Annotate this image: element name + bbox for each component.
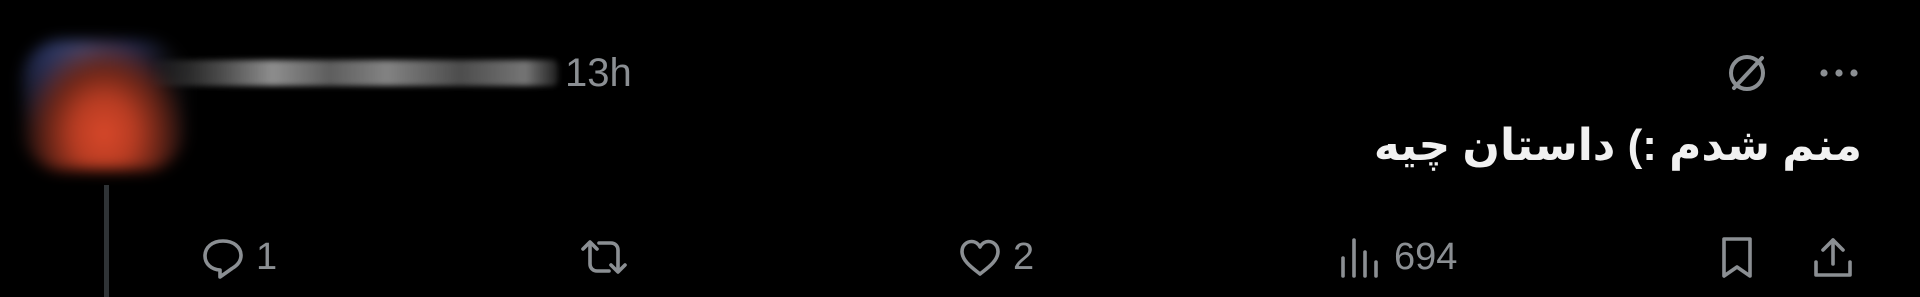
author-name-redacted[interactable] bbox=[150, 60, 558, 86]
post-top-actions bbox=[1722, 48, 1862, 98]
like-count: 2 bbox=[1013, 236, 1035, 278]
repost-button[interactable] bbox=[574, 232, 634, 282]
reply-icon bbox=[203, 239, 243, 279]
repost-icon bbox=[581, 240, 627, 274]
post-text: منم شدم :) داستان چیه bbox=[1373, 121, 1862, 170]
reply-count: 1 bbox=[256, 236, 278, 278]
reply-button[interactable]: 1 bbox=[198, 232, 277, 282]
post-timestamp[interactable]: 13h bbox=[565, 51, 632, 95]
thread-line bbox=[104, 185, 109, 297]
like-icon bbox=[960, 239, 1000, 276]
muted-icon[interactable] bbox=[1722, 48, 1772, 98]
bookmark-icon bbox=[1722, 237, 1752, 278]
bookmark-button[interactable] bbox=[1712, 232, 1762, 282]
views-icon bbox=[1341, 238, 1378, 278]
share-icon bbox=[1814, 238, 1852, 277]
view-count: 694 bbox=[1394, 236, 1458, 278]
share-button[interactable] bbox=[1808, 232, 1858, 282]
views-button[interactable]: 694 bbox=[1336, 232, 1457, 282]
more-icon[interactable] bbox=[1816, 50, 1862, 96]
like-button[interactable]: 2 bbox=[955, 232, 1034, 282]
